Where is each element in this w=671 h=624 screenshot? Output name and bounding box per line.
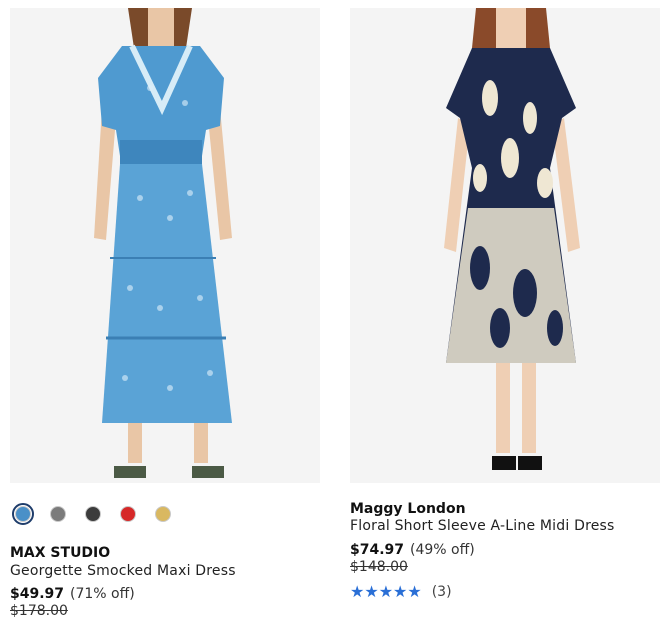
product-title[interactable]: Georgette Smocked Maxi Dress: [10, 563, 236, 579]
sale-price: $49.97: [10, 586, 65, 602]
product-image[interactable]: [10, 8, 320, 483]
original-price: $148.00: [350, 559, 408, 575]
blue-print-swatch[interactable]: [12, 503, 34, 525]
red-print-swatch[interactable]: [117, 503, 139, 525]
product-image[interactable]: [350, 8, 660, 483]
discount-percent: (71% off): [70, 586, 135, 602]
product-price: $49.97 (71% off): [10, 586, 135, 602]
sale-price: $74.97: [350, 542, 405, 558]
dress-photo-navy-floral-icon: [350, 8, 660, 483]
grey-print-swatch[interactable]: [47, 503, 69, 525]
star-rating-icon: ★★★★★: [350, 582, 422, 601]
product-brand[interactable]: MAX STUDIO: [10, 545, 110, 561]
color-swatches: [12, 503, 174, 525]
dress-photo-blue-print-icon: [10, 8, 320, 483]
black-print-swatch[interactable]: [82, 503, 104, 525]
gold-print-swatch[interactable]: [152, 503, 174, 525]
discount-percent: (49% off): [410, 542, 475, 558]
original-price: $178.00: [10, 603, 68, 619]
review-count[interactable]: (3): [432, 584, 452, 600]
product-rating[interactable]: ★★★★★ (3): [350, 582, 452, 601]
product-price: $74.97 (49% off): [350, 542, 475, 558]
product-brand[interactable]: Maggy London: [350, 501, 466, 517]
product-title[interactable]: Floral Short Sleeve A-Line Midi Dress: [350, 518, 615, 534]
